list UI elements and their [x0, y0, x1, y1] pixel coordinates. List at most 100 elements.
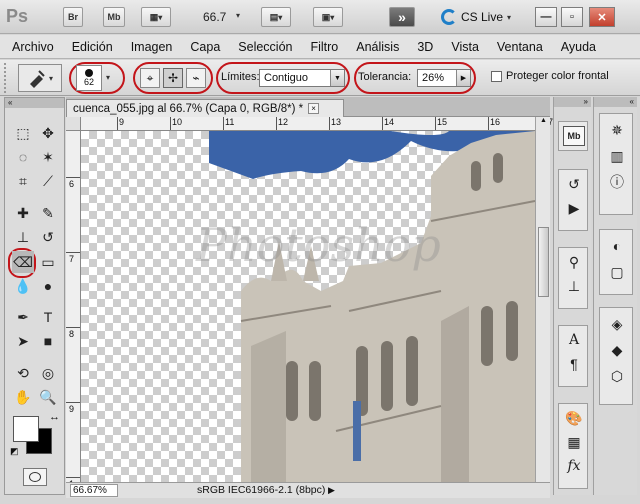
brush-panel-icon[interactable]: 🎨: [563, 408, 585, 428]
restore-button[interactable]: ▫: [561, 7, 583, 27]
menu-archivo[interactable]: Archivo: [12, 40, 54, 54]
history-panel-icon[interactable]: ↺: [563, 174, 585, 194]
dock-expand[interactable]: »: [554, 97, 591, 107]
type-tool-icon[interactable]: T: [37, 306, 59, 328]
menu-filtro[interactable]: Filtro: [310, 40, 338, 54]
dock-expand[interactable]: «: [594, 97, 637, 107]
lasso-tool-icon[interactable]: ◌: [12, 146, 34, 168]
gradient-tool-icon[interactable]: ▭: [37, 251, 59, 273]
layers-panel-icon[interactable]: ◈: [606, 314, 628, 334]
hand-tool-icon[interactable]: ✋: [12, 386, 34, 408]
color-panel-icon[interactable]: ◐: [606, 236, 628, 256]
path-selection-tool-icon[interactable]: ➤: [12, 330, 34, 352]
zoom-field[interactable]: 66.67%: [70, 484, 118, 497]
character-panel-icon[interactable]: A: [563, 330, 585, 350]
bridge-button[interactable]: Br: [63, 7, 83, 27]
menu-bar: Archivo Edición Imagen Capa Selección Fi…: [0, 35, 640, 59]
cs-live-button[interactable]: CS Live ▾: [441, 9, 511, 25]
marquee-tool-icon[interactable]: ⬚: [12, 122, 34, 144]
paragraph-panel-icon[interactable]: ¶: [563, 354, 585, 374]
menu-edicion[interactable]: Edición: [72, 40, 113, 54]
default-colors-icon[interactable]: ◩: [10, 446, 19, 457]
actions-panel-icon[interactable]: ▶: [563, 198, 585, 218]
view-extras-button[interactable]: ▦ ▾: [141, 7, 171, 27]
3d-orbit-tool-icon[interactable]: ◎: [37, 362, 59, 384]
panel-group: ◐ ▢: [599, 229, 633, 295]
menu-imagen[interactable]: Imagen: [131, 40, 173, 54]
protect-foreground-label: Proteger color frontal: [506, 70, 609, 82]
clone-source-panel-icon[interactable]: ⚲: [563, 252, 585, 272]
3d-rotate-tool-icon[interactable]: ⟲: [12, 362, 34, 384]
ruler-origin[interactable]: [66, 117, 81, 131]
clone-stamp-tool-icon[interactable]: ⊥: [12, 226, 34, 248]
scrollbar-thumb[interactable]: [538, 227, 549, 297]
chevron-down-icon[interactable]: ▾: [106, 73, 110, 82]
tool-preset-picker[interactable]: ▾: [18, 64, 62, 92]
masks-panel-icon[interactable]: ▢: [606, 262, 628, 282]
zoom-tool-icon[interactable]: 🔍: [37, 386, 59, 408]
foreground-color-swatch[interactable]: [13, 416, 39, 442]
history-brush-tool-icon[interactable]: ↺: [37, 226, 59, 248]
histogram-panel-icon[interactable]: ▥: [606, 146, 628, 166]
dodge-tool-icon[interactable]: ●: [37, 275, 59, 297]
screen-mode-button[interactable]: ▣ ▾: [313, 7, 343, 27]
magic-wand-tool-icon[interactable]: ✶: [37, 146, 59, 168]
chevron-right-icon[interactable]: ▶: [456, 70, 470, 86]
tolerance-input[interactable]: 26% ▶: [417, 69, 471, 87]
scroll-up-icon[interactable]: ▲: [538, 117, 549, 129]
brush-preset-picker[interactable]: 62: [76, 65, 102, 91]
menu-3d[interactable]: 3D: [417, 40, 433, 54]
channels-panel-icon[interactable]: ◆: [606, 340, 628, 360]
paths-panel-icon[interactable]: ⬡: [606, 366, 628, 386]
vertical-scrollbar[interactable]: ▲: [535, 117, 550, 482]
document-canvas[interactable]: Photoshop: [81, 131, 535, 482]
chevron-right-icon[interactable]: ▶: [328, 485, 335, 496]
minimize-button[interactable]: —: [535, 7, 557, 27]
ruler-tick-label: 13: [331, 117, 342, 127]
document-tab[interactable]: cuenca_055.jpg al 66.7% (Capa 0, RGB/8*)…: [66, 99, 344, 117]
healing-brush-tool-icon[interactable]: ✚: [12, 202, 34, 224]
close-icon[interactable]: ×: [308, 103, 320, 114]
crop-tool-icon[interactable]: ⌗: [12, 170, 34, 192]
pen-tool-icon[interactable]: ✒: [12, 306, 34, 328]
brush-tool-icon[interactable]: ✎: [37, 202, 59, 224]
sampling-once-icon[interactable]: ✢: [163, 68, 183, 88]
ruler-tick: [66, 477, 80, 478]
background-eraser-tool-icon[interactable]: ⌫: [12, 251, 34, 273]
menu-ayuda[interactable]: Ayuda: [561, 40, 596, 54]
extensions-button[interactable]: »: [389, 7, 415, 27]
zoom-level[interactable]: 66.7: [203, 10, 226, 24]
arrange-documents-button[interactable]: ▤ ▾: [261, 7, 291, 27]
panel-group: 🎨 ▦ fx: [558, 403, 588, 489]
options-grip[interactable]: [4, 63, 12, 93]
tool-presets-panel-icon[interactable]: ⊥: [563, 276, 585, 296]
swap-colors-icon[interactable]: ↔: [49, 411, 60, 423]
ruler-tick-label: 12: [278, 117, 289, 127]
blur-tool-icon[interactable]: 💧: [12, 275, 34, 297]
menu-ventana[interactable]: Ventana: [497, 40, 543, 54]
move-tool-icon[interactable]: ✥: [37, 122, 59, 144]
swatches-panel-icon[interactable]: ▦: [563, 432, 585, 452]
mini-bridge-button[interactable]: Mb: [103, 7, 125, 27]
protect-foreground-checkbox[interactable]: [491, 71, 502, 82]
chevron-down-icon[interactable]: ▾: [236, 11, 240, 20]
info-panel-icon[interactable]: ⓘ: [606, 172, 628, 192]
menu-analisis[interactable]: Análisis: [356, 40, 399, 54]
eyedropper-tool-icon[interactable]: ⟋: [37, 170, 59, 192]
menu-vista[interactable]: Vista: [451, 40, 479, 54]
rectangle-tool-icon[interactable]: ■: [37, 330, 59, 352]
screen-mode-icon: ▣: [321, 11, 331, 22]
close-button[interactable]: ✕: [589, 7, 615, 27]
ruler-tick: [435, 117, 436, 130]
menu-capa[interactable]: Capa: [190, 40, 220, 54]
menu-seleccion[interactable]: Selección: [238, 40, 292, 54]
quick-mask-button[interactable]: [23, 468, 47, 486]
brush-size-value: 62: [83, 77, 94, 87]
limits-select[interactable]: Contiguo ▼: [259, 69, 345, 87]
sampling-continuous-icon[interactable]: ⌖: [140, 68, 160, 88]
mini-bridge-panel-icon[interactable]: Mb: [563, 126, 585, 146]
toolbox-collapse[interactable]: «: [5, 98, 64, 108]
styles-panel-icon[interactable]: fx: [563, 456, 585, 476]
sampling-swatch-icon[interactable]: ⌁: [186, 68, 206, 88]
navigator-panel-icon[interactable]: ✵: [606, 120, 628, 140]
